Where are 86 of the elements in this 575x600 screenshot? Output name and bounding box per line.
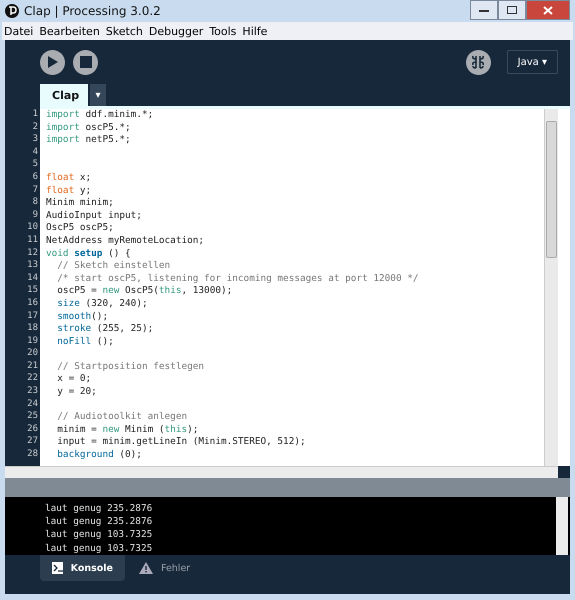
terminal-icon xyxy=(52,562,63,574)
console-line: laut genug 103.7325 xyxy=(45,528,154,542)
line-number: 23 xyxy=(26,385,39,398)
app-logo-icon xyxy=(5,4,19,18)
code-line: stroke (255, 25); xyxy=(56,323,154,334)
menu-item[interactable]: Bearbeiten xyxy=(39,24,100,38)
line-number: 16 xyxy=(26,296,39,310)
code-line: float y; xyxy=(46,184,92,196)
line-number: 27 xyxy=(26,435,39,448)
errors-tab[interactable]: Fehler xyxy=(127,555,212,581)
code-line: float x; xyxy=(46,172,92,183)
stop-button[interactable] xyxy=(73,50,98,74)
line-number: 26 xyxy=(26,422,39,436)
menu-item[interactable]: Hilfe xyxy=(242,24,268,38)
minimize-button[interactable] xyxy=(470,0,498,20)
horizontal-scrollbar[interactable] xyxy=(5,466,558,478)
code-line: input = minim.getLineIn (Minim.STEREO, 512); xyxy=(56,436,306,448)
line-number: 1 xyxy=(32,108,39,121)
code-line: void setup () { xyxy=(46,248,131,259)
line-number: 3 xyxy=(32,133,39,146)
warning-icon xyxy=(139,562,153,574)
code-line: smooth(); xyxy=(56,310,108,322)
console-line: laut genug 235.2876 xyxy=(45,515,154,528)
line-number: 8 xyxy=(32,196,39,209)
line-number: 7 xyxy=(32,184,39,196)
code-line: noFill (); xyxy=(56,336,114,347)
code-line: import ddf.minim.*; xyxy=(46,109,154,120)
stop-icon xyxy=(80,56,92,68)
maximize-icon xyxy=(507,6,517,14)
line-number: 19 xyxy=(26,334,39,348)
line-number: 12 xyxy=(26,246,39,260)
code-line: NetAddress myRemoteLocation; xyxy=(46,234,204,246)
line-number: 10 xyxy=(26,221,39,234)
close-icon xyxy=(543,6,553,14)
line-number: 17 xyxy=(26,310,39,322)
console-line: laut genug 235.2876 xyxy=(45,502,154,516)
tab-menu-button[interactable]: ▾ xyxy=(90,84,106,106)
line-number: 14 xyxy=(26,272,39,284)
editor-tab[interactable]: Clap xyxy=(40,84,88,106)
minimize-icon xyxy=(479,8,489,12)
line-number: 28 xyxy=(26,448,39,461)
code-line: size (320, 240); xyxy=(56,298,148,309)
line-number: 5 xyxy=(32,158,39,171)
code-line: AudioInput input; xyxy=(46,210,142,221)
window-title: Clap | Processing 3.0.2 xyxy=(24,4,161,18)
play-icon xyxy=(46,55,58,69)
line-number: 24 xyxy=(26,398,39,410)
code-line: background (0); xyxy=(56,449,142,460)
line-number: 20 xyxy=(26,347,39,360)
menu-item[interactable]: Debugger xyxy=(148,24,204,38)
line-number: 22 xyxy=(26,372,39,386)
menu-item[interactable]: Datei xyxy=(4,24,34,38)
menu-item[interactable]: Tools xyxy=(209,24,236,38)
code-line: minim = new Minim (this); xyxy=(56,424,198,435)
mode-dropdown[interactable]: Java ▾ xyxy=(506,50,558,74)
menu-item[interactable]: Sketch xyxy=(106,24,143,38)
debugger-button[interactable] xyxy=(466,50,491,74)
line-number: 9 xyxy=(32,208,39,222)
line-number: 18 xyxy=(26,322,39,335)
code-line: oscP5 = new OscP5(this, 13000); xyxy=(56,285,232,296)
bug-icon xyxy=(471,54,486,70)
code-line: // Audiotoolkit anlegen xyxy=(56,411,188,422)
console-tab[interactable]: Konsole xyxy=(40,555,125,581)
code-line: y = 20; xyxy=(56,386,97,398)
code-line: import oscP5.*; xyxy=(46,122,131,133)
vertical-scrollbar[interactable] xyxy=(544,109,558,466)
run-button[interactable] xyxy=(40,50,65,74)
code-line: x = 0; xyxy=(56,373,92,384)
line-number: 4 xyxy=(32,146,39,158)
console-line: laut genug 103.7325 xyxy=(45,542,154,555)
line-number: 2 xyxy=(32,120,39,134)
line-number: 11 xyxy=(26,234,39,247)
code-line: /* start oscP5, listening for incoming messages at port 12000 */ xyxy=(56,272,419,284)
line-number: 6 xyxy=(32,170,39,184)
line-number: 25 xyxy=(26,410,39,423)
line-number: 21 xyxy=(26,360,39,372)
line-number: 13 xyxy=(26,259,39,272)
code-line: import netP5.*; xyxy=(46,134,131,146)
code-line: // Startposition festlegen xyxy=(56,360,204,372)
code-line: // Sketch einstellen xyxy=(56,260,170,272)
maximize-button[interactable] xyxy=(498,0,526,20)
code-line: Minim minim; xyxy=(46,197,114,208)
code-line: OscP5 oscP5; xyxy=(46,222,114,234)
line-number: 15 xyxy=(26,284,39,297)
close-button[interactable] xyxy=(526,0,570,20)
console-scrollbar[interactable] xyxy=(556,497,568,555)
